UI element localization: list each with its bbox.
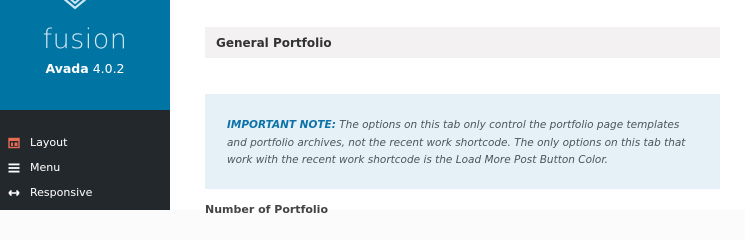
sidebar-nav: Layout Menu Responsive	[0, 130, 170, 205]
next-option-heading: Number of Portfolio Items Per Page	[205, 203, 329, 213]
sidebar: fusion Avada 4.0.2 Layout Menu Responsiv…	[0, 0, 170, 210]
sidebar-item-layout[interactable]: Layout	[0, 130, 170, 155]
important-note: IMPORTANT NOTE: The options on this tab …	[205, 94, 720, 189]
sidebar-item-label: Menu	[30, 161, 61, 174]
product-name: Avada	[45, 61, 89, 76]
responsive-arrow-icon	[8, 187, 20, 199]
brand-version: Avada 4.0.2	[0, 61, 170, 76]
note-label: IMPORTANT NOTE:	[227, 119, 336, 131]
sidebar-item-responsive[interactable]: Responsive	[0, 180, 170, 205]
menu-icon	[8, 162, 20, 174]
main-content: General Portfolio IMPORTANT NOTE: The op…	[170, 0, 745, 213]
layout-icon	[8, 137, 20, 149]
section-title: General Portfolio	[216, 35, 332, 50]
sidebar-item-menu[interactable]: Menu	[0, 155, 170, 180]
sidebar-item-label: Responsive	[30, 186, 93, 199]
fusion-logo-icon	[63, 0, 87, 10]
sidebar-item-label: Layout	[30, 136, 68, 149]
version-number: 4.0.2	[92, 61, 125, 76]
section-header: General Portfolio	[205, 27, 720, 58]
brand-logo-text: fusion	[42, 24, 128, 55]
brand-panel: fusion Avada 4.0.2	[0, 0, 170, 110]
